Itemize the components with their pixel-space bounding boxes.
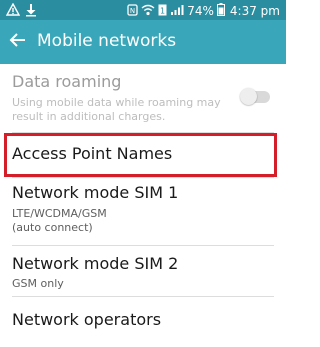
notification-icons — [5, 2, 37, 21]
toggle-knob — [240, 88, 257, 105]
network-operators-setting[interactable]: Network operators — [0, 297, 286, 347]
highlight-box — [4, 133, 277, 177]
svg-text:N: N — [130, 7, 135, 15]
setting-subtitle-line: Using mobile data while roaming may — [12, 96, 221, 109]
download-icon — [25, 2, 37, 21]
nfc-icon: N — [127, 3, 138, 19]
battery-icon — [216, 3, 225, 19]
wifi-icon — [141, 4, 155, 19]
signal-icon — [170, 4, 184, 19]
warning-icon — [5, 2, 21, 21]
setting-subtitle-line: LTE/WCDMA/GSM — [12, 207, 107, 220]
network-mode-sim1-setting[interactable]: Network mode SIM 1 LTE/WCDMA/GSM (auto c… — [0, 178, 286, 245]
page-title: Mobile networks — [37, 31, 177, 51]
system-icons: N 1 74% 4:37 pm — [127, 3, 280, 19]
arrow-left-icon[interactable] — [9, 31, 27, 49]
sim-1-icon: 1 — [158, 4, 167, 19]
setting-title: Network operators — [12, 310, 162, 329]
battery-percent: 74% — [187, 4, 214, 18]
setting-title: Network mode SIM 1 — [12, 183, 179, 202]
clock: 4:37 pm — [229, 4, 280, 18]
setting-subtitle-line: (auto connect) — [12, 221, 93, 234]
network-mode-sim2-setting[interactable]: Network mode SIM 2 GSM only — [0, 246, 286, 296]
setting-title: Network mode SIM 2 — [12, 254, 179, 273]
setting-title: Data roaming — [12, 72, 122, 91]
setting-subtitle-line: result in additional charges. — [12, 110, 166, 123]
setting-subtitle-line: GSM only — [12, 277, 64, 290]
status-bar: N 1 74% 4:37 pm — [0, 0, 286, 20]
app-bar: Mobile networks — [0, 20, 286, 64]
svg-text:1: 1 — [160, 6, 165, 15]
